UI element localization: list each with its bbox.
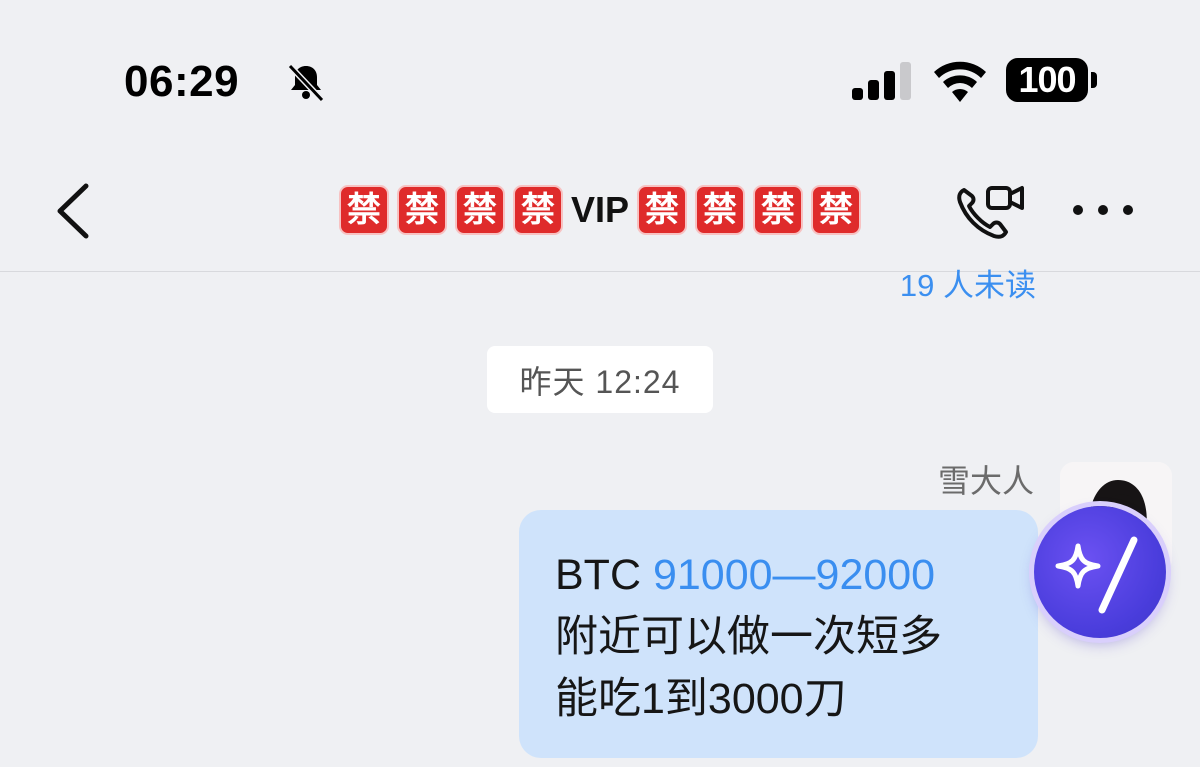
- message-bubble[interactable]: BTC 91000—92000 附近可以做一次短多 能吃1到3000刀: [519, 510, 1038, 758]
- message-line-3: 能吃1到3000刀: [555, 675, 847, 723]
- ban-emoji-icon: 禁: [338, 185, 389, 235]
- battery-level: 100: [1018, 59, 1076, 100]
- unread-count[interactable]: 19 人未读: [900, 266, 1036, 306]
- phone-video-icon[interactable]: [956, 182, 1026, 240]
- message-line-1: BTC 91000—92000: [555, 544, 1002, 606]
- signal-icon: [852, 62, 911, 100]
- ban-emoji-icon: 禁: [512, 185, 563, 235]
- chat-title: 禁 禁 禁 禁 VIP 禁 禁 禁 禁: [300, 180, 900, 240]
- message-price-range[interactable]: 91000—92000: [653, 551, 935, 599]
- ban-emoji-icon: 禁: [637, 185, 688, 235]
- ai-sparkle-wand-icon: [1055, 536, 1138, 614]
- chevron-left-icon[interactable]: [52, 180, 96, 242]
- message-prefix: BTC: [555, 551, 653, 599]
- date-separator: 昨天 12:24: [487, 346, 713, 413]
- ban-emoji-icon: 禁: [454, 185, 505, 235]
- bell-muted-icon: [287, 63, 325, 103]
- status-time: 06:29: [124, 57, 240, 106]
- ban-emoji-icon: 禁: [695, 185, 746, 235]
- ban-emoji-icon: 禁: [753, 185, 804, 235]
- sender-name: 雪大人: [937, 463, 1034, 499]
- message-line-2: 附近可以做一次短多: [555, 613, 942, 661]
- ban-emoji-icon: 禁: [811, 185, 862, 235]
- ban-emoji-icon: 禁: [396, 185, 447, 235]
- battery-icon: 100: [1006, 58, 1098, 104]
- more-dots-icon[interactable]: [1070, 198, 1136, 222]
- ai-assistant-button[interactable]: [1034, 506, 1166, 638]
- wifi-icon: [934, 61, 986, 102]
- chat-title-text: VIP: [570, 189, 630, 230]
